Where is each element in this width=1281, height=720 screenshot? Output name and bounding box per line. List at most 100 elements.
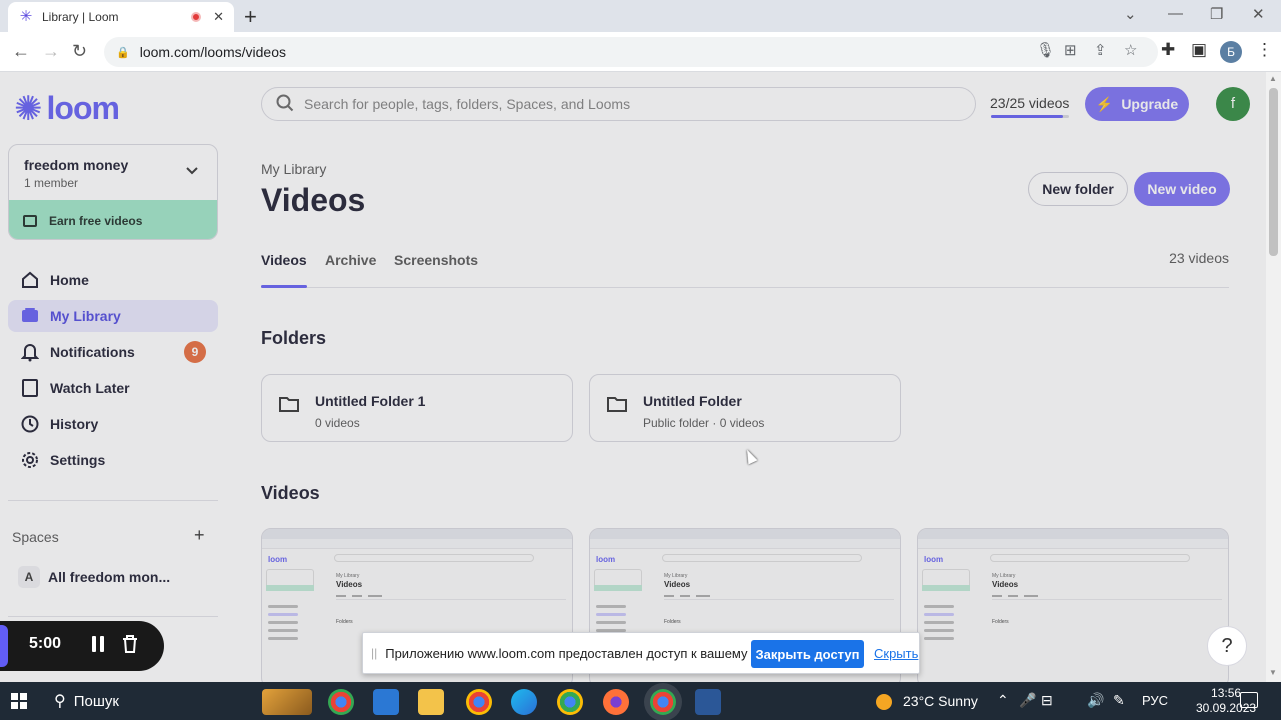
firefox-icon[interactable] <box>603 689 629 715</box>
lock-icon: 🔒 <box>116 46 130 59</box>
drag-handle-icon[interactable]: || <box>371 646 377 660</box>
video-quota[interactable]: 23/25 videos <box>990 95 1069 111</box>
share-icon[interactable]: ⇪ <box>1094 41 1107 59</box>
sidebar-divider <box>8 500 218 501</box>
hide-notification-link[interactable]: Скрыть <box>874 646 918 661</box>
search-bar[interactable] <box>261 87 976 121</box>
search-input[interactable] <box>304 96 944 112</box>
space-avatar: A <box>18 566 40 588</box>
browser-tab[interactable]: ✳ Library | Loom ✕ <box>8 2 234 32</box>
share-notice-text: Приложению www.loom.com предоставлен дос… <box>385 645 794 661</box>
close-window-icon[interactable]: ✕ <box>1252 5 1265 23</box>
folder-meta: Public folder · 0 videos <box>643 416 765 430</box>
volume-icon[interactable]: 🔊 <box>1087 692 1104 709</box>
weather-text[interactable]: 23°C Sunny <box>903 693 978 709</box>
sidebar-divider <box>8 616 218 617</box>
tab-archive[interactable]: Archive <box>325 252 376 288</box>
show-hidden-icons-icon[interactable]: ⌃ <box>997 692 1009 709</box>
back-icon[interactable]: ← <box>12 41 30 62</box>
earn-free-videos-button[interactable]: Earn free videos <box>9 200 217 239</box>
watch-later-icon <box>20 378 40 398</box>
thumb-subtitle: My Library <box>336 573 360 579</box>
sidebar-item-label: Watch Later <box>50 380 130 396</box>
bookmark-star-icon[interactable]: ☆ <box>1124 41 1137 59</box>
microphone-icon[interactable]: 🎙 <box>1036 41 1055 59</box>
folder-card[interactable]: Untitled Folder Public folder · 0 videos <box>589 374 901 442</box>
earn-label: Earn free videos <box>49 213 143 228</box>
loom-logo[interactable]: ✺ loom <box>14 90 120 127</box>
windows-start-icon[interactable] <box>11 693 27 709</box>
breadcrumb[interactable]: My Library <box>261 161 326 177</box>
store-icon[interactable] <box>373 689 399 715</box>
address-bar[interactable]: 🔒 loom.com/looms/videos <box>104 37 1158 67</box>
video-thumbnail: loom My Library Videos Folders <box>918 529 1228 682</box>
network-icon[interactable]: ⊟ <box>1041 692 1053 709</box>
thumb-logo: loom <box>596 555 616 564</box>
chrome-icon[interactable] <box>466 689 492 715</box>
video-card[interactable]: loom My Library Videos Folders <box>917 528 1229 682</box>
trash-icon[interactable] <box>121 634 139 659</box>
user-avatar[interactable]: f <box>1216 87 1250 121</box>
pen-icon[interactable]: ✎ <box>1113 692 1125 709</box>
autumn-widget-icon[interactable] <box>262 689 312 715</box>
chrome-icon[interactable] <box>557 689 583 715</box>
tab-screenshots[interactable]: Screenshots <box>394 252 478 288</box>
browser-toolbar: ← → ↻ 🔒 loom.com/looms/videos 🎙 ⊞ ⇪ ☆ ✚ … <box>0 32 1281 72</box>
chevron-down-icon[interactable] <box>185 163 199 179</box>
gear-icon <box>20 450 40 470</box>
word-icon[interactable] <box>695 689 721 715</box>
sidebar-item-settings[interactable]: Settings <box>8 444 218 476</box>
pause-icon[interactable] <box>92 636 104 652</box>
maximize-icon[interactable]: ❐ <box>1210 5 1223 23</box>
search-icon <box>276 94 294 115</box>
logo-text: loom <box>46 90 120 126</box>
new-folder-button[interactable]: New folder <box>1028 172 1128 206</box>
sidebar-item-watch-later[interactable]: Watch Later <box>8 372 218 404</box>
notification-center-icon[interactable] <box>1240 692 1258 708</box>
file-explorer-icon[interactable] <box>418 689 444 715</box>
upgrade-button[interactable]: ⚡ Upgrade <box>1085 87 1189 121</box>
chrome-icon[interactable] <box>328 689 354 715</box>
stop-sharing-button[interactable]: Закрыть доступ <box>751 640 864 668</box>
new-video-button[interactable]: New video <box>1134 172 1230 206</box>
forward-icon[interactable]: → <box>42 41 60 62</box>
scrollbar-thumb[interactable] <box>1269 88 1278 256</box>
extensions-icon[interactable]: ✚ <box>1161 40 1175 60</box>
input-language[interactable]: РУС <box>1142 693 1168 708</box>
scroll-down-icon[interactable]: ▼ <box>1269 668 1277 677</box>
close-tab-icon[interactable]: ✕ <box>213 9 224 25</box>
thumb-title: Videos <box>664 580 691 589</box>
page-scrollbar[interactable]: ▲ ▼ <box>1266 72 1281 682</box>
folder-card[interactable]: Untitled Folder 1 0 videos <box>261 374 573 442</box>
space-item[interactable]: A All freedom mon... <box>18 566 170 588</box>
add-space-icon[interactable]: + <box>194 525 205 546</box>
folders-heading: Folders <box>261 328 327 348</box>
reload-icon[interactable]: ↻ <box>72 41 87 62</box>
profile-avatar[interactable]: Б <box>1220 41 1242 63</box>
scroll-up-icon[interactable]: ▲ <box>1269 74 1277 83</box>
workspace-switcher[interactable]: freedom money 1 member Earn free videos <box>8 144 218 240</box>
new-tab-icon[interactable]: + <box>244 4 257 30</box>
help-icon[interactable]: ? <box>1207 626 1247 666</box>
videos-heading: Videos <box>261 483 320 503</box>
sidebar-item-my-library[interactable]: My Library <box>8 300 218 332</box>
recorder-accent <box>0 625 8 667</box>
minimize-icon[interactable]: — <box>1168 5 1183 22</box>
chrome-active-icon[interactable] <box>650 689 676 715</box>
microphone-icon[interactable]: 🎤 <box>1019 692 1036 709</box>
tab-videos[interactable]: Videos <box>261 252 307 288</box>
sidebar-item-notifications[interactable]: Notifications 9 <box>8 336 218 368</box>
thumb-title: Videos <box>336 580 363 589</box>
tab-search-chevron-icon[interactable]: ⌄ <box>1124 5 1137 23</box>
sidebar-item-home[interactable]: Home <box>8 264 218 296</box>
menu-kebab-icon[interactable]: ⋮ <box>1256 40 1273 60</box>
translate-icon[interactable]: ⊞ <box>1064 41 1077 59</box>
search-icon: ⚲ <box>54 693 66 710</box>
windows-taskbar: ⚲ Пошук 23°C Sunny ⌃ 🎤 ⊟ 🔊 ✎ РУС 13:56 3… <box>0 682 1281 720</box>
edge-icon[interactable] <box>511 689 537 715</box>
sidebar-item-history[interactable]: History <box>8 408 218 440</box>
taskbar-search[interactable]: ⚲ Пошук <box>54 691 119 711</box>
side-panel-icon[interactable]: ▣ <box>1191 40 1207 60</box>
gift-icon <box>23 214 37 227</box>
thumb-folders: Folders <box>992 619 1009 625</box>
